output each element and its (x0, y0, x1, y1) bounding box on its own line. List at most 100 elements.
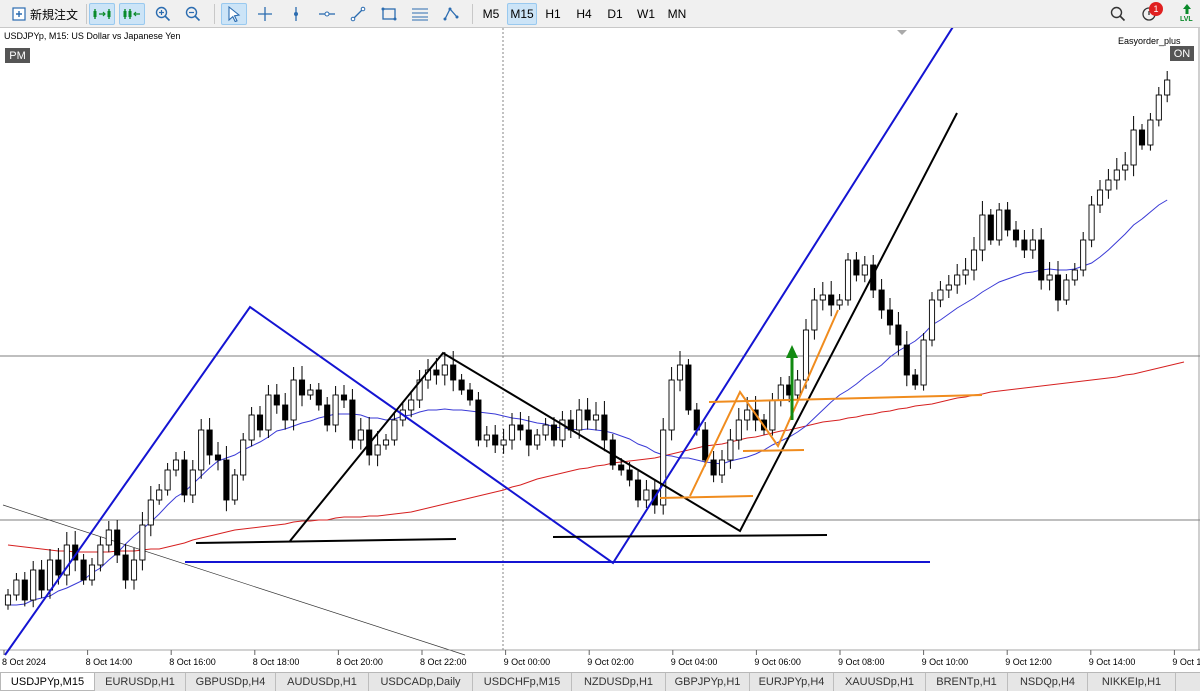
tab-nzdusdp-h1[interactable]: NZDUSDp,H1 (572, 673, 666, 691)
tf-m15-button[interactable]: M15 (507, 3, 537, 25)
candle (987, 209, 994, 245)
candle (1038, 228, 1045, 290)
time-axis-label: 8 Oct 20:00 (336, 657, 383, 667)
tf-w1-button[interactable]: W1 (632, 3, 660, 25)
candle (349, 389, 356, 449)
zoom-out-icon (185, 6, 201, 22)
tab-xauusdp-h1[interactable]: XAUUSDp,H1 (834, 673, 926, 691)
tab-usdchfp-m15[interactable]: USDCHFp,M15 (473, 673, 572, 691)
candle (777, 377, 784, 407)
candle (634, 471, 642, 508)
candle (1105, 169, 1112, 199)
zoom-in-button[interactable] (151, 3, 175, 25)
candle (198, 419, 205, 479)
horizontal-line-button[interactable] (315, 3, 339, 25)
shapes-icon (443, 7, 459, 21)
tab-eurusdp-h1[interactable]: EURUSDp,H1 (95, 673, 186, 691)
orange-line-top (708, 394, 983, 403)
tab-usdjpyp-m15[interactable]: USDJPYp,M15 (0, 673, 95, 691)
candle (710, 451, 717, 483)
tf-h4-button[interactable]: H4 (570, 3, 598, 25)
time-axis-label: 8 Oct 18:00 (253, 657, 300, 667)
candle (962, 258, 969, 285)
search-button[interactable] (1107, 3, 1129, 25)
candle (895, 312, 902, 356)
chart-shift-marker (897, 30, 907, 35)
candle (1054, 261, 1062, 312)
fibonacci-icon (412, 8, 428, 21)
candle (139, 512, 146, 571)
tab-gbpjpyp-h1[interactable]: GBPJPYp,H1 (666, 673, 750, 691)
new-order-label: 新規注文 (29, 7, 78, 22)
candle (38, 560, 45, 598)
candle (156, 484, 163, 505)
candle (164, 463, 171, 496)
candle (643, 480, 650, 508)
candle (676, 351, 684, 392)
tab-nsdqp-h4[interactable]: NSDQp,H4 (1008, 673, 1088, 691)
candle (609, 434, 616, 470)
pm-badge: PM (5, 48, 30, 63)
candle (4, 589, 12, 610)
tab-usdcadp-daily[interactable]: USDCADp,Daily (369, 673, 473, 691)
candle (1088, 196, 1095, 248)
candle (735, 408, 742, 450)
candle (886, 298, 894, 335)
toolbar: 新規注文 M5 M15 H1 H4 D1 W1 MN 1 LVL (0, 0, 1200, 28)
orange-line-bottom (659, 495, 754, 499)
candle (1021, 230, 1028, 258)
price-chart[interactable]: 8 Oct 2024 8 Oct 14:00 8 Oct 16:00 8 Oct 18… (0, 28, 1200, 670)
candle (878, 279, 885, 319)
time-axis-label: 9 Oct 06:00 (754, 657, 801, 667)
level-button[interactable] (1176, 1, 1198, 17)
candle (1004, 202, 1011, 237)
tf-mn-button[interactable]: MN (662, 3, 692, 25)
candle (979, 201, 986, 262)
candle (114, 520, 121, 563)
cursor-button[interactable] (221, 3, 247, 25)
expert-advisor-label: Easyorder_plus (1118, 36, 1181, 46)
candle (903, 331, 910, 387)
fibonacci-button[interactable] (408, 3, 432, 25)
candle (30, 561, 37, 608)
candle (63, 532, 70, 586)
tf-m5-button[interactable]: M5 (477, 3, 505, 25)
new-order-button[interactable]: 新規注文 (6, 3, 84, 25)
candle (382, 434, 390, 450)
time-axis-label: 9 Oct 04:00 (671, 657, 718, 667)
candle (475, 392, 482, 447)
tf-h1-button[interactable]: H1 (539, 3, 567, 25)
candle (836, 294, 843, 310)
tab-brentp-h1[interactable]: BRENTp,H1 (926, 673, 1008, 691)
candle (660, 418, 667, 515)
time-axis-label: 9 Oct 10:00 (922, 657, 969, 667)
tab-audusdp-h1[interactable]: AUDUSDp,H1 (276, 673, 369, 691)
tab-gbpusdp-h4[interactable]: GBPUSDp,H4 (186, 673, 276, 691)
vertical-line-button[interactable] (284, 3, 308, 25)
crosshair-icon (258, 7, 272, 21)
level-up-arrow-icon (1183, 4, 1191, 14)
candle (584, 398, 591, 430)
candle (592, 402, 600, 431)
search-icon (1110, 6, 1126, 22)
tab-eurjpyp-h4[interactable]: EURJPYp,H4 (750, 673, 834, 691)
zoom-out-button[interactable] (181, 3, 205, 25)
candle (718, 450, 726, 483)
shapes-button[interactable] (439, 3, 463, 25)
auto-scroll-button[interactable] (119, 3, 145, 25)
candle (130, 548, 138, 590)
tf-d1-button[interactable]: D1 (601, 3, 629, 25)
one-click-trading-button[interactable] (89, 3, 115, 25)
trend-line-button[interactable] (346, 3, 370, 25)
crosshair-button[interactable] (253, 3, 277, 25)
candle (727, 429, 734, 469)
ea-on-badge[interactable]: ON (1170, 46, 1194, 61)
time-axis-label: 8 Oct 22:00 (420, 657, 467, 667)
candle (1164, 71, 1171, 103)
candle (1155, 87, 1162, 127)
candle (668, 367, 675, 441)
candle (928, 292, 936, 347)
tab-nikkeip-h1[interactable]: NIKKEIp,H1 (1088, 673, 1176, 691)
rectangle-button[interactable] (377, 3, 401, 25)
candle (559, 411, 566, 448)
